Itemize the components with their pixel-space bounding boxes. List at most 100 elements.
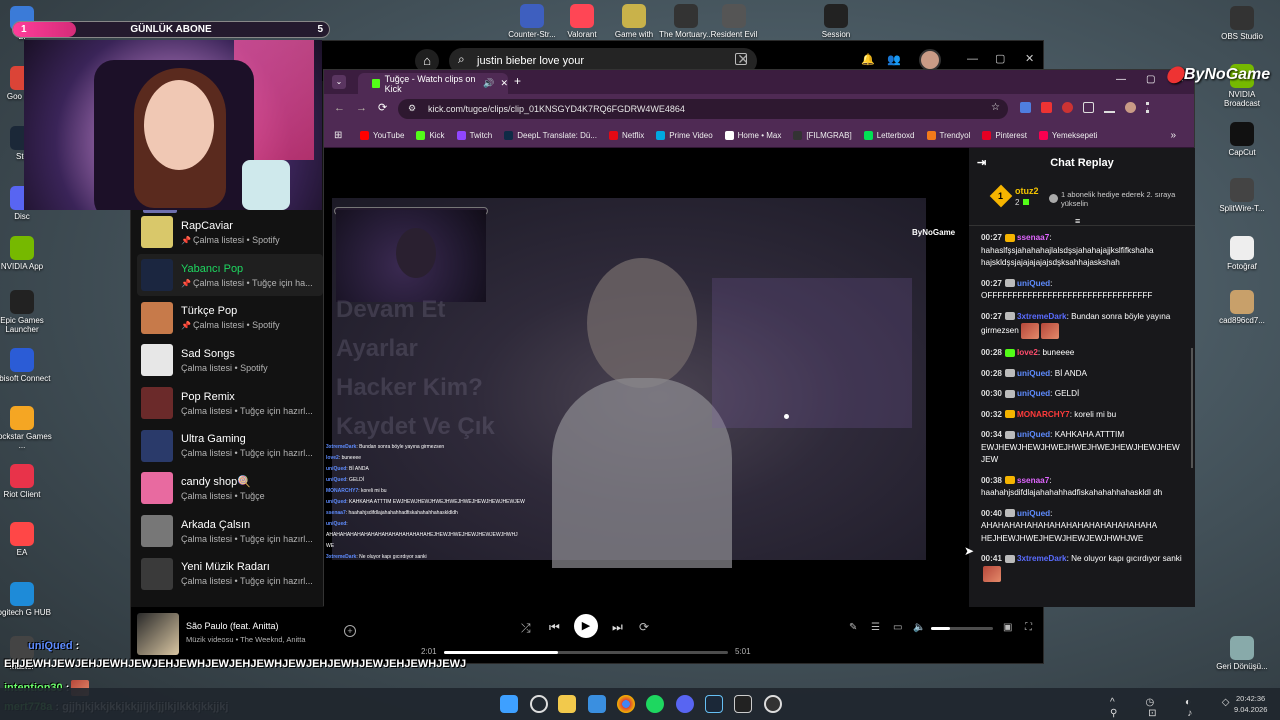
bookmark-item[interactable]: DeepL Translate: Dü... bbox=[504, 131, 597, 140]
chrome-icon[interactable] bbox=[617, 695, 635, 713]
desktop-icon[interactable]: NVIDIA App bbox=[0, 236, 52, 271]
fullscreen-icon[interactable]: ⛶ bbox=[1025, 622, 1032, 633]
bookmark-item[interactable]: Trendyol bbox=[926, 131, 970, 140]
photos-icon[interactable] bbox=[588, 695, 606, 713]
bookmark-item[interactable]: Twitch bbox=[456, 131, 492, 140]
desktop-icon[interactable]: Game with bbox=[604, 4, 664, 39]
maximize-icon[interactable]: ▢ bbox=[1146, 74, 1155, 85]
volume-icon[interactable]: 🔈 bbox=[913, 622, 925, 633]
reload-icon[interactable]: ⟳ bbox=[378, 101, 387, 114]
volume-slider[interactable] bbox=[931, 627, 993, 630]
desktop-icon[interactable]: SplitWire-T... bbox=[1212, 178, 1272, 213]
minimize-icon[interactable]: — bbox=[1116, 74, 1126, 85]
collapse-icon[interactable]: ⇥ bbox=[977, 156, 986, 169]
playlist-item[interactable]: candy shop🍭 Çalma listesi • Tuğçe bbox=[137, 467, 323, 510]
playlist-item[interactable]: Ultra Gaming Çalma listesi • Tuğçe için h… bbox=[137, 424, 323, 467]
epic-icon[interactable] bbox=[734, 695, 752, 713]
now-playing-cover[interactable] bbox=[137, 613, 179, 655]
now-playing-title[interactable]: São Paulo (feat. Anitta) bbox=[186, 621, 279, 631]
desktop-icon[interactable]: CapCut bbox=[1212, 122, 1272, 157]
desktop-icon[interactable]: Geri Dönüşü... bbox=[1212, 636, 1272, 671]
miniplayer-icon[interactable]: ▣ bbox=[1003, 622, 1012, 633]
message-user[interactable]: MONARCHY7 bbox=[1017, 410, 1070, 419]
progress-bar[interactable] bbox=[444, 651, 728, 654]
shuffle-icon[interactable]: ⤮ bbox=[521, 621, 531, 636]
menu-icon[interactable] bbox=[1146, 102, 1149, 113]
translate-icon[interactable] bbox=[1020, 102, 1031, 113]
desktop-icon[interactable]: Logitech G HUB bbox=[0, 582, 52, 617]
bookmark-item[interactable]: Pinterest bbox=[982, 131, 1027, 140]
extensions-area[interactable] bbox=[1020, 102, 1170, 116]
extension-badge-icon[interactable] bbox=[1062, 102, 1073, 113]
play-button[interactable]: ▶ bbox=[574, 614, 598, 638]
bookmark-item[interactable]: [FILMGRAB] bbox=[793, 131, 852, 140]
desktop-icon[interactable]: Riot Client bbox=[0, 464, 52, 499]
message-user[interactable]: uniQued bbox=[1017, 389, 1050, 398]
desktop-icon[interactable]: Session bbox=[806, 4, 866, 39]
now-playing-subtitle[interactable]: Müzik videosu • The Weeknd, Anitta bbox=[186, 635, 306, 644]
search-icon[interactable] bbox=[530, 695, 548, 713]
tab-search-icon[interactable]: ⌄ bbox=[332, 75, 346, 89]
start-icon[interactable] bbox=[500, 695, 518, 713]
profile-icon[interactable] bbox=[1125, 102, 1136, 113]
apps-icon[interactable]: ⊞ bbox=[334, 130, 342, 141]
bell-icon[interactable]: 🔔 bbox=[861, 53, 875, 66]
playlist-item[interactable]: Arkada Çalsın Çalma listesi • Tuğçe için … bbox=[137, 510, 323, 553]
clock-date[interactable]: 9.04.2026 bbox=[1234, 705, 1267, 714]
maximize-icon[interactable]: ▢ bbox=[995, 52, 1005, 65]
desktop-icon[interactable]: Resident Evil bbox=[704, 4, 764, 39]
bookmark-item[interactable]: YouTube bbox=[360, 131, 404, 140]
desktop-icon[interactable]: Epic Games Launcher bbox=[0, 290, 52, 334]
filter-icon[interactable]: ≡ bbox=[1075, 216, 1080, 226]
pinned-user[interactable]: otuz2 bbox=[1015, 186, 1039, 196]
video-player[interactable]: GÜNLÜK ABONE ByNoGame Devam EtAyarlarHac… bbox=[324, 148, 969, 607]
desktop-icon[interactable]: Fotoğraf bbox=[1212, 236, 1272, 271]
playlist-item[interactable]: Pop Remix Çalma listesi • Tuğçe için hazı… bbox=[137, 382, 323, 425]
url-input[interactable]: ⚙ kick.com/tugce/clips/clip_01KNSGYD4K7R… bbox=[398, 99, 1008, 119]
bookmarks-overflow-icon[interactable]: » bbox=[1170, 130, 1176, 141]
bookmark-item[interactable]: Yemeksepeti bbox=[1038, 131, 1097, 140]
add-icon[interactable]: + bbox=[344, 625, 356, 637]
message-user[interactable]: uniQued bbox=[1017, 509, 1050, 518]
message-user[interactable]: uniQued bbox=[1017, 430, 1050, 439]
repeat-icon[interactable]: ⟳ bbox=[639, 620, 649, 634]
message-user[interactable]: ssenaa7 bbox=[1017, 233, 1049, 242]
message-user[interactable]: ssenaa7 bbox=[1017, 476, 1049, 485]
previous-icon[interactable]: ⏮ bbox=[549, 620, 560, 635]
next-icon[interactable]: ⏭ bbox=[612, 620, 623, 635]
queue-icon[interactable]: ☰ bbox=[871, 622, 880, 633]
forward-icon[interactable]: → bbox=[356, 102, 367, 114]
puzzle-icon[interactable] bbox=[1083, 102, 1094, 113]
tab-kick[interactable]: Tuğçe - Watch clips on Kick 🔊 ✕ bbox=[358, 73, 508, 94]
playlist-item[interactable]: RapCaviar 📌 Çalma listesi • Spotify bbox=[137, 211, 323, 254]
playlist-item[interactable]: Yabancı Pop 📌 Çalma listesi • Tuğçe için h… bbox=[137, 253, 323, 297]
bookmark-item[interactable]: Letterboxd bbox=[863, 131, 915, 140]
desktop-icon[interactable]: Valorant bbox=[552, 4, 612, 39]
bookmark-item[interactable]: Home • Max bbox=[724, 131, 781, 140]
desktop-icon[interactable]: Ubisoft Connect bbox=[0, 348, 52, 383]
friends-icon[interactable]: 👥 bbox=[887, 53, 901, 66]
browser-window[interactable]: ⌄ Tuğçe - Watch clips on Kick 🔊 ✕ + — ▢ … bbox=[323, 69, 1195, 607]
bookmark-star-icon[interactable]: ☆ bbox=[991, 102, 1000, 113]
clock-time[interactable]: 20:42:36 bbox=[1236, 694, 1265, 703]
chat-scrollbar[interactable] bbox=[1191, 348, 1193, 468]
bookmark-item[interactable]: Netflix bbox=[608, 131, 644, 140]
bookmark-item[interactable]: Prime Video bbox=[656, 131, 713, 140]
site-info-icon[interactable]: ⚙ bbox=[408, 103, 416, 114]
back-icon[interactable]: ← bbox=[334, 102, 345, 114]
desktop-icon[interactable]: Rockstar Games ... bbox=[0, 406, 52, 450]
message-user[interactable]: uniQued bbox=[1017, 279, 1050, 288]
spotify-icon[interactable] bbox=[646, 695, 664, 713]
file-explorer-icon[interactable] bbox=[558, 695, 576, 713]
close-icon[interactable]: ✕ bbox=[1025, 52, 1034, 65]
playlist-item[interactable]: Yeni Müzik Radarı Çalma listesi • Tuğçe i… bbox=[137, 553, 323, 596]
message-user[interactable]: uniQued bbox=[1017, 369, 1050, 378]
new-tab-icon[interactable]: + bbox=[514, 74, 521, 88]
browse-icon[interactable] bbox=[735, 53, 747, 65]
obs-icon[interactable] bbox=[764, 695, 782, 713]
extension-red-icon[interactable] bbox=[1041, 102, 1052, 113]
media-icon[interactable] bbox=[1104, 102, 1115, 113]
desktop-icon[interactable]: cad896cd7... bbox=[1212, 290, 1272, 325]
steam-icon[interactable] bbox=[705, 695, 723, 713]
lyrics-icon[interactable]: ✎ bbox=[849, 622, 857, 633]
